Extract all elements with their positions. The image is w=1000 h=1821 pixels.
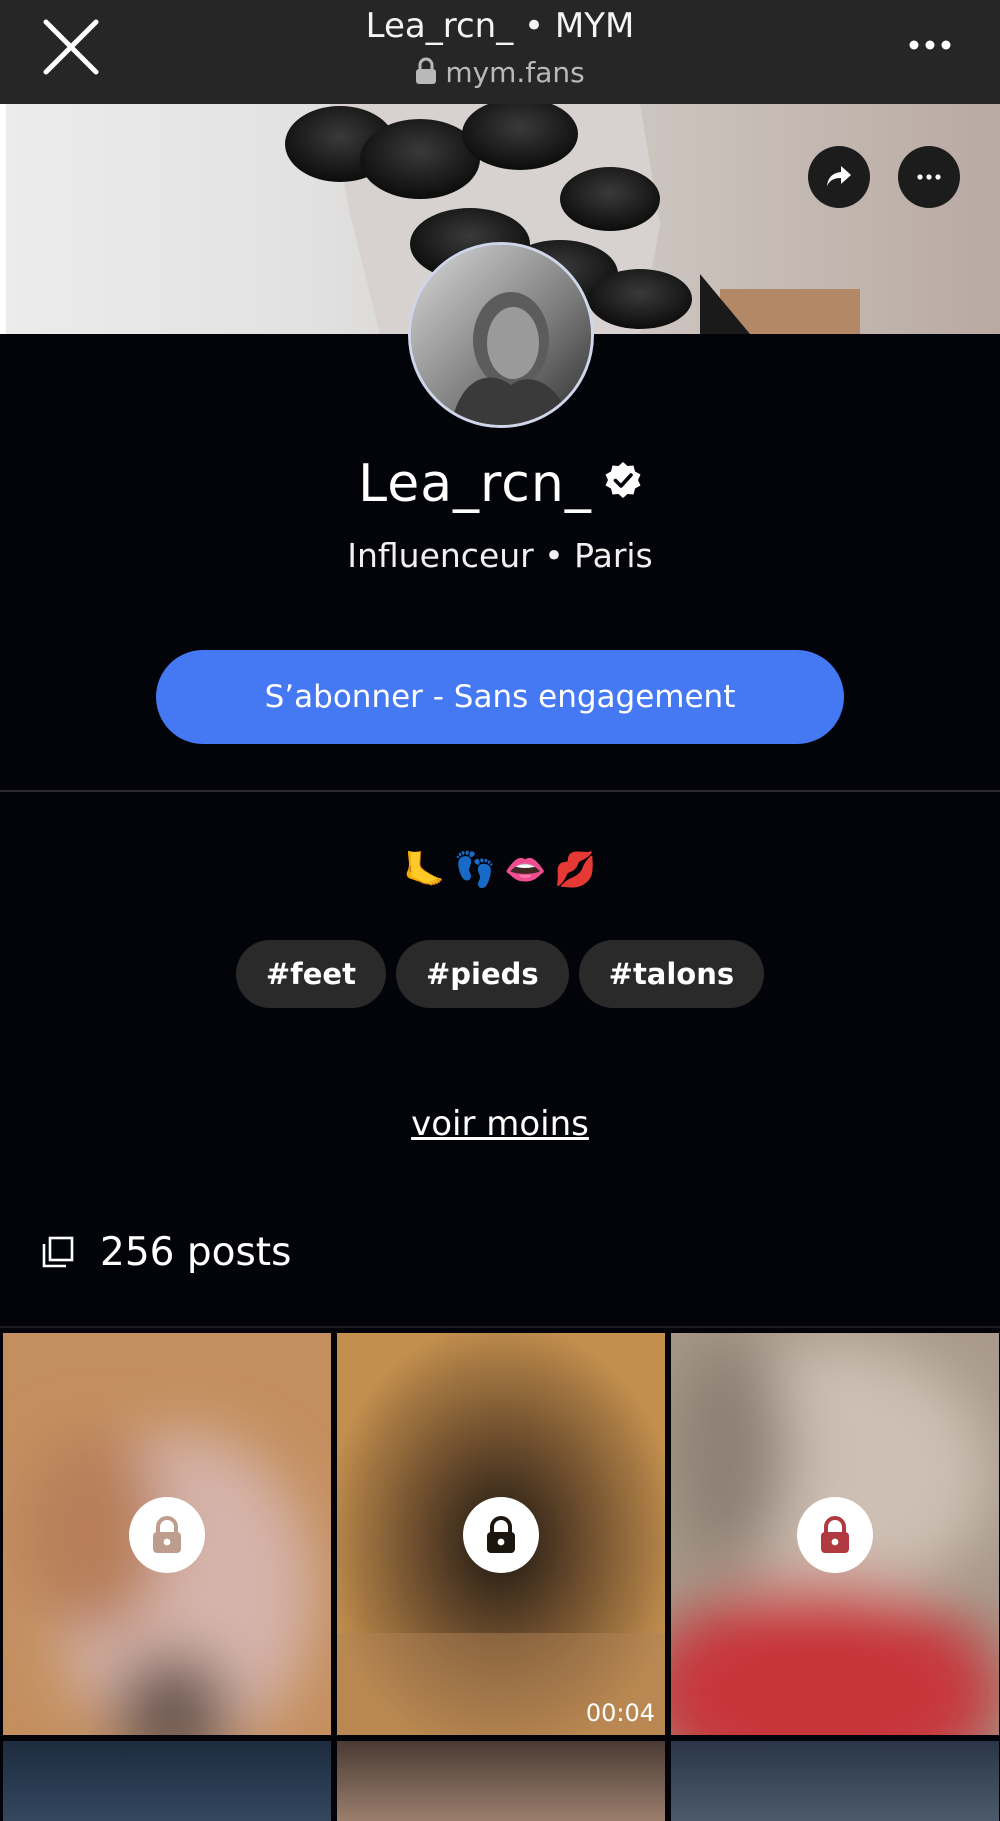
see-less-link[interactable]: voir moins: [0, 1104, 1000, 1144]
locked-icon: [463, 1497, 539, 1573]
url-text: mym.fans: [445, 56, 585, 89]
tag-pieds[interactable]: #pieds: [395, 940, 569, 1008]
post-tile[interactable]: [337, 1741, 665, 1821]
locked-icon: [797, 1497, 873, 1573]
tag-feet[interactable]: #feet: [235, 940, 386, 1008]
profile-name-row: Lea_rcn_: [0, 452, 1000, 514]
posts-count-row: 256 posts: [42, 1222, 291, 1282]
share-icon: [827, 166, 851, 186]
tag-talons[interactable]: #talons: [578, 940, 765, 1008]
bio-emojis: 🦶 👣 👄 💋: [0, 850, 1000, 890]
post-tile[interactable]: [671, 1333, 999, 1735]
mouth-emoji: 👄: [504, 850, 547, 890]
kiss-mark-emoji: 💋: [554, 850, 597, 890]
more-options-icon[interactable]: [908, 30, 952, 60]
divider: [0, 790, 1000, 792]
post-tile[interactable]: [3, 1333, 331, 1735]
share-button[interactable]: [808, 146, 870, 208]
footprints-emoji: 👣: [453, 850, 496, 890]
profile-subtitle: Influenceur • Paris: [347, 536, 653, 575]
verified-badge-icon: [604, 452, 642, 498]
grid-separator: [0, 1326, 1000, 1328]
posts-count: 256 posts: [100, 1229, 292, 1275]
page-title: Lea_rcn_ • MYM: [365, 6, 635, 46]
avatar[interactable]: [408, 242, 594, 428]
url-bar[interactable]: mym.fans: [0, 56, 1000, 89]
posts-stack-icon: [42, 1236, 74, 1268]
lock-icon: [415, 57, 437, 85]
post-tile[interactable]: 00:04: [337, 1333, 665, 1735]
post-tile[interactable]: [671, 1741, 999, 1821]
ellipsis-icon: [917, 174, 941, 180]
profile-name: Lea_rcn_: [358, 454, 592, 514]
profile-more-button[interactable]: [898, 146, 960, 208]
browser-header: Lea_rcn_ • MYM mym.fans: [0, 0, 1000, 104]
locked-icon: [129, 1497, 205, 1573]
post-duration: 00:04: [585, 1699, 655, 1727]
tag-list: #feet #pieds #talons: [0, 940, 1000, 1008]
foot-emoji: 🦶: [403, 850, 446, 890]
subscribe-button[interactable]: S’abonner - Sans engagement: [156, 650, 844, 744]
post-tile[interactable]: [3, 1741, 331, 1821]
